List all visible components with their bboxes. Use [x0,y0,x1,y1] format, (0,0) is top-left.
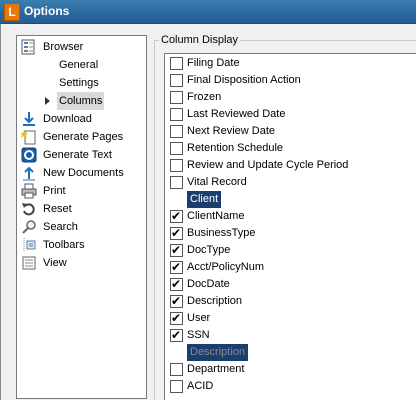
app-logo-icon: L [4,3,20,21]
column-row[interactable]: ✔ BusinessType [165,225,416,242]
tree-item-label: Columns [57,92,105,110]
column-row[interactable]: ✔ DocType [165,242,416,259]
tree-item-label: Generate Text [43,149,112,161]
column-row-label: Retention Schedule [187,142,284,154]
printer-icon [21,183,37,199]
column-row[interactable]: ✔ SSN [165,327,416,344]
column-group-header: Client [165,191,416,208]
column-checkbox[interactable] [170,176,183,189]
column-checkbox[interactable] [170,159,183,172]
column-row-label: Next Review Date [187,125,276,137]
column-checkbox[interactable] [170,74,183,87]
generate-text-icon [21,147,37,163]
column-row-label: Last Reviewed Date [187,108,286,120]
column-checkbox[interactable]: ✔ [170,209,183,223]
column-checkbox[interactable] [170,363,183,376]
column-row-label: Department [187,363,245,375]
tree-item-label: Toolbars [43,239,85,251]
column-row-label: DocType [187,244,231,256]
column-display-title: Column Display [159,34,241,46]
column-row[interactable]: ✔ Description [165,293,416,310]
column-checkbox[interactable]: ✔ [170,277,183,291]
toolbars-icon [21,237,37,253]
checkmark-icon: ✔ [171,260,182,274]
column-row-label: DocDate [187,278,230,290]
checkmark-icon: ✔ [171,226,182,240]
column-row[interactable]: ✔ Acct/PolicyNum [165,259,416,276]
tree-item-label: New Documents [43,167,124,179]
column-checkbox[interactable]: ✔ [170,226,183,240]
column-row-label: Description [187,295,243,307]
column-checkbox[interactable] [170,91,183,104]
column-row[interactable]: Next Review Date [165,123,416,140]
column-row[interactable]: Filing Date [165,55,416,72]
column-row-label: Final Disposition Action [187,74,301,86]
generate-pages-icon [20,129,37,145]
column-row-label: Description [187,344,249,361]
column-row[interactable]: Vital Record [165,174,416,191]
title-bar[interactable]: L Options [0,0,416,24]
checkmark-icon: ✔ [171,311,182,325]
search-icon [21,219,37,235]
column-row-label: Client [187,191,222,208]
column-row[interactable]: ✔ User [165,310,416,327]
column-row-label: Frozen [187,91,222,103]
checkmark-icon: ✔ [171,209,182,223]
checkmark-icon: ✔ [171,328,182,342]
column-row[interactable]: ✔ ClientName [165,208,416,225]
column-row[interactable]: Last Reviewed Date [165,106,416,123]
tree-item-label: Search [43,221,78,233]
column-checkbox[interactable] [170,108,183,121]
options-dialog-body: Browser General Settings Columns Downloa… [0,24,416,400]
column-row-label: SSN [187,329,210,341]
column-row-label: ClientName [187,210,245,222]
tree-item-label: Reset [43,203,72,215]
column-display-list[interactable]: Filing Date Final Disposition Action Froze… [164,53,416,400]
tree-item-label: Generate Pages [43,131,124,143]
column-row[interactable]: ACID [165,378,416,395]
checkmark-icon: ✔ [171,294,182,308]
tree-item-label: Download [43,113,92,125]
tree-item-label: Browser [43,41,84,53]
tree-item-label: Print [43,185,66,197]
column-checkbox[interactable] [170,57,183,70]
column-checkbox[interactable]: ✔ [170,311,183,325]
column-row-label: ACID [187,380,214,392]
column-checkbox[interactable]: ✔ [170,243,183,257]
column-row[interactable]: Review and Update Cycle Period [165,157,416,174]
column-row[interactable]: Department [165,361,416,378]
view-icon [21,255,37,271]
download-icon [21,111,37,127]
tree-item-label: Settings [59,77,99,89]
column-row-label: User [187,312,211,324]
column-checkbox[interactable] [170,142,183,155]
reset-icon [21,201,37,217]
column-checkbox[interactable] [170,125,183,138]
column-checkbox[interactable]: ✔ [170,328,183,342]
column-row-label: Acct/PolicyNum [187,261,265,273]
window-title: Options [24,4,70,18]
column-row-label: Review and Update Cycle Period [187,159,349,171]
checkmark-icon: ✔ [171,243,182,257]
column-row-label: Filing Date [187,57,240,69]
expand-arrow-icon[interactable] [45,97,50,105]
column-checkbox[interactable]: ✔ [170,294,183,308]
tree-item-label: View [43,257,67,269]
new-documents-icon [21,165,37,181]
column-row-label: BusinessType [187,227,256,239]
column-checkbox[interactable] [170,380,183,393]
column-group-header: Description [165,344,416,361]
browser-icon [21,39,37,55]
column-row[interactable]: Final Disposition Action [165,72,416,89]
column-checkbox[interactable]: ✔ [170,260,183,274]
column-row[interactable]: Frozen [165,89,416,106]
checkmark-icon: ✔ [171,277,182,291]
options-tree[interactable]: Browser General Settings Columns Downloa… [16,35,147,399]
column-row-label: Vital Record [187,176,247,188]
column-row[interactable]: Retention Schedule [165,140,416,157]
column-row[interactable]: ✔ DocDate [165,276,416,293]
tree-item-label: General [59,59,99,71]
